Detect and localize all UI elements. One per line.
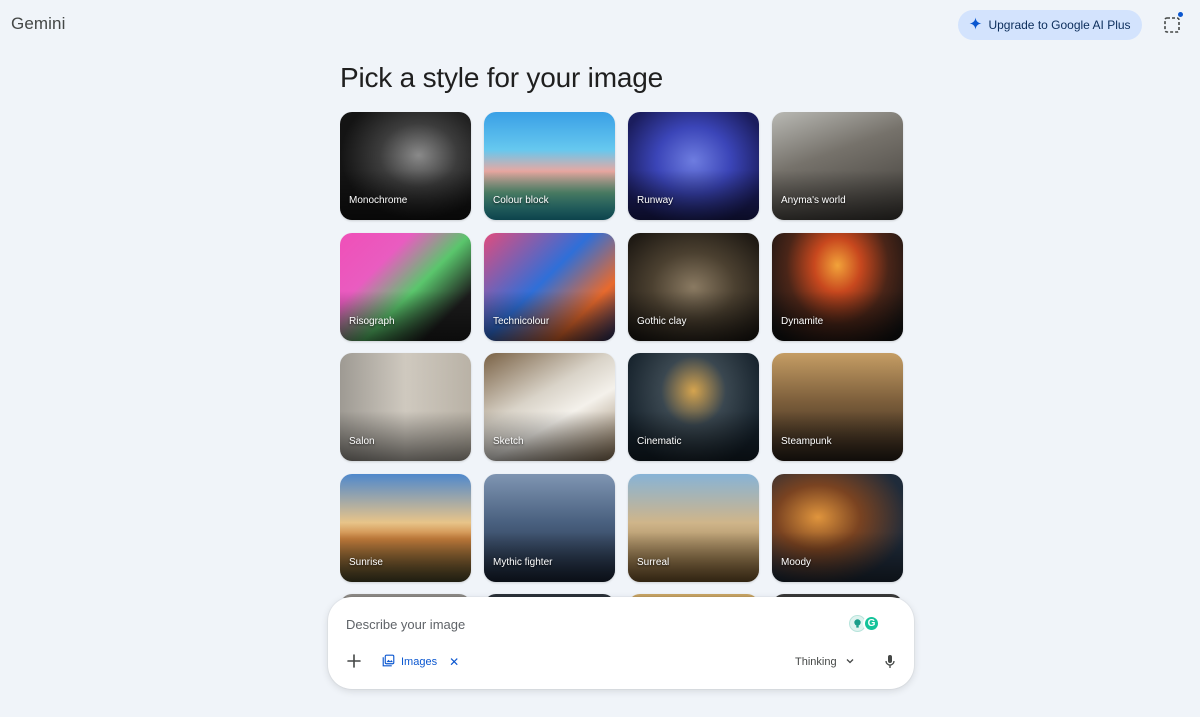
style-card-dynamite[interactable]: Dynamite	[772, 232, 903, 341]
style-label: Gothic clay	[637, 315, 687, 327]
chevron-down-icon	[845, 656, 855, 669]
style-card-steampunk[interactable]: Steampunk	[772, 353, 903, 461]
style-card-sunrise[interactable]: Sunrise	[340, 473, 471, 582]
upgrade-button[interactable]: Upgrade to Google AI Plus	[958, 10, 1142, 40]
close-icon[interactable]: ✕	[449, 655, 459, 669]
style-card-mythic-fighter[interactable]: Mythic fighter	[484, 473, 615, 582]
upgrade-label: Upgrade to Google AI Plus	[988, 18, 1131, 32]
microphone-button[interactable]	[883, 654, 897, 670]
style-card-cinematic[interactable]: Cinematic	[628, 353, 759, 461]
style-card-colour-block[interactable]: Colour block	[484, 112, 615, 220]
style-label: Technicolour	[493, 315, 550, 327]
style-card-monochrome[interactable]: Monochrome	[340, 112, 471, 220]
sparkle-icon	[969, 17, 982, 33]
add-attachment-button[interactable]	[346, 653, 362, 669]
grammarly-icon[interactable]: G	[863, 615, 880, 632]
app-logo[interactable]: Gemini	[11, 14, 65, 34]
style-label: Sketch	[493, 436, 524, 447]
style-card-sketch[interactable]: Sketch	[484, 353, 615, 461]
prompt-input[interactable]	[346, 614, 826, 634]
top-bar: Gemini Upgrade to Google AI Plus	[0, 0, 1200, 50]
style-label: Mythic fighter	[493, 556, 553, 568]
style-label: Colour block	[493, 195, 549, 206]
style-card-salon[interactable]: Salon	[340, 353, 471, 461]
style-label: Salon	[349, 436, 375, 447]
style-card-gothic-clay[interactable]: Gothic clay	[628, 232, 759, 341]
style-card-surreal[interactable]: Surreal	[628, 473, 759, 582]
notification-dot	[1178, 12, 1183, 17]
style-label: Surreal	[637, 556, 670, 568]
style-gallery: Monochrome Colour block Runway Anyma's w…	[340, 112, 906, 598]
images-chip-label: Images	[401, 656, 438, 668]
style-label: Dynamite	[781, 315, 824, 327]
style-label: Cinematic	[637, 436, 682, 447]
style-card-moody[interactable]: Moody	[772, 473, 903, 582]
style-card-technicolour[interactable]: Technicolour	[484, 232, 615, 341]
style-label: Sunrise	[349, 556, 383, 568]
style-label: Anyma's world	[781, 195, 846, 206]
image-gallery-icon	[382, 654, 395, 670]
style-label: Steampunk	[781, 436, 832, 447]
images-tool-chip[interactable]: Images ✕	[382, 653, 459, 671]
mode-label: Thinking	[795, 656, 837, 668]
style-card-risograph[interactable]: Risograph	[340, 232, 471, 341]
extension-icons: G	[849, 615, 885, 633]
style-label: Monochrome	[349, 195, 408, 206]
temporary-chat-button[interactable]	[1160, 12, 1186, 38]
microphone-icon	[885, 655, 895, 668]
style-card-anymas-world[interactable]: Anyma's world	[772, 112, 903, 220]
style-label: Risograph	[349, 315, 395, 327]
prompt-box: G Images ✕ Thinking	[328, 597, 914, 689]
style-label: Runway	[637, 195, 674, 206]
style-card-runway[interactable]: Runway	[628, 112, 759, 220]
mode-selector[interactable]: Thinking	[795, 653, 855, 671]
page-title: Pick a style for your image	[340, 62, 663, 93]
style-label: Moody	[781, 556, 812, 568]
plus-icon	[347, 654, 361, 668]
